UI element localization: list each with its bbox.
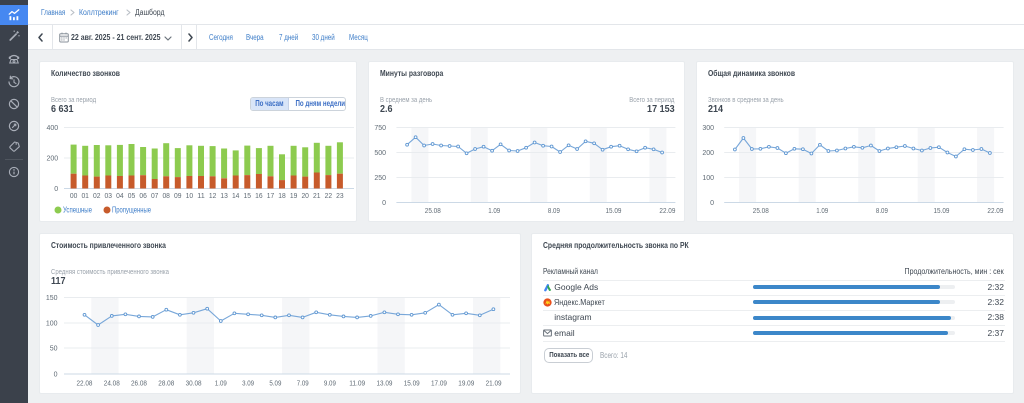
svg-text:01: 01 [81,193,89,200]
svg-text:9.09: 9.09 [324,381,336,388]
svg-text:0: 0 [54,186,58,193]
svg-text:11.09: 11.09 [349,381,365,388]
svg-text:21: 21 [313,193,321,200]
svg-text:09: 09 [174,193,182,200]
svg-text:02: 02 [93,193,101,200]
svg-text:21.09: 21.09 [486,381,502,388]
svg-text:750: 750 [374,125,386,132]
svg-text:Пропущенные: Пропущенные [112,206,151,215]
svg-text:18: 18 [278,193,286,200]
svg-text:08: 08 [162,193,170,200]
svg-text:8.09: 8.09 [876,208,888,215]
svg-text:100: 100 [702,175,714,182]
svg-text:7.09: 7.09 [297,381,309,388]
svg-text:200: 200 [47,156,59,163]
svg-text:3.09: 3.09 [242,381,254,388]
svg-text:07: 07 [151,193,159,200]
svg-text:17: 17 [267,193,275,200]
svg-text:0: 0 [54,372,58,379]
svg-text:300: 300 [702,125,714,132]
svg-text:05: 05 [128,193,136,200]
svg-text:25.08: 25.08 [425,208,441,215]
svg-text:19.09: 19.09 [458,381,474,388]
svg-text:17.09: 17.09 [431,381,447,388]
svg-text:26.08: 26.08 [131,381,147,388]
svg-text:200: 200 [702,150,714,157]
svg-text:28.08: 28.08 [158,381,174,388]
svg-text:1.09: 1.09 [215,381,227,388]
svg-text:30.08: 30.08 [186,381,202,388]
svg-text:06: 06 [139,193,147,200]
svg-text:04: 04 [116,193,124,200]
svg-text:20: 20 [301,193,309,200]
svg-text:1.09: 1.09 [816,208,828,215]
svg-text:13.09: 13.09 [377,381,393,388]
svg-text:13: 13 [220,193,228,200]
svg-text:16: 16 [255,193,263,200]
svg-text:500: 500 [374,150,386,157]
svg-text:15.09: 15.09 [606,208,622,215]
svg-text:0: 0 [710,200,714,207]
svg-text:400: 400 [47,125,59,132]
svg-text:03: 03 [105,193,113,200]
svg-text:22.09: 22.09 [987,208,1003,215]
svg-text:150: 150 [46,295,58,302]
svg-text:0: 0 [382,200,386,207]
svg-text:25.08: 25.08 [753,208,769,215]
svg-text:14: 14 [232,193,240,200]
svg-text:22.09: 22.09 [659,208,675,215]
svg-text:Успешные: Успешные [63,206,92,215]
svg-text:22: 22 [325,193,333,200]
svg-text:250: 250 [374,175,386,182]
svg-text:00: 00 [70,193,78,200]
svg-text:11: 11 [197,193,205,200]
svg-text:24.08: 24.08 [104,381,120,388]
svg-text:8.09: 8.09 [548,208,560,215]
svg-text:5.09: 5.09 [269,381,281,388]
svg-text:100: 100 [46,321,58,328]
svg-text:12: 12 [209,193,217,200]
svg-text:15.09: 15.09 [404,381,420,388]
svg-text:10: 10 [186,193,194,200]
svg-text:1.09: 1.09 [488,208,500,215]
svg-text:15.09: 15.09 [934,208,950,215]
svg-text:15: 15 [244,193,252,200]
svg-text:23: 23 [336,193,344,200]
svg-text:50: 50 [50,346,58,353]
svg-text:19: 19 [290,193,298,200]
svg-text:22.08: 22.08 [77,381,93,388]
